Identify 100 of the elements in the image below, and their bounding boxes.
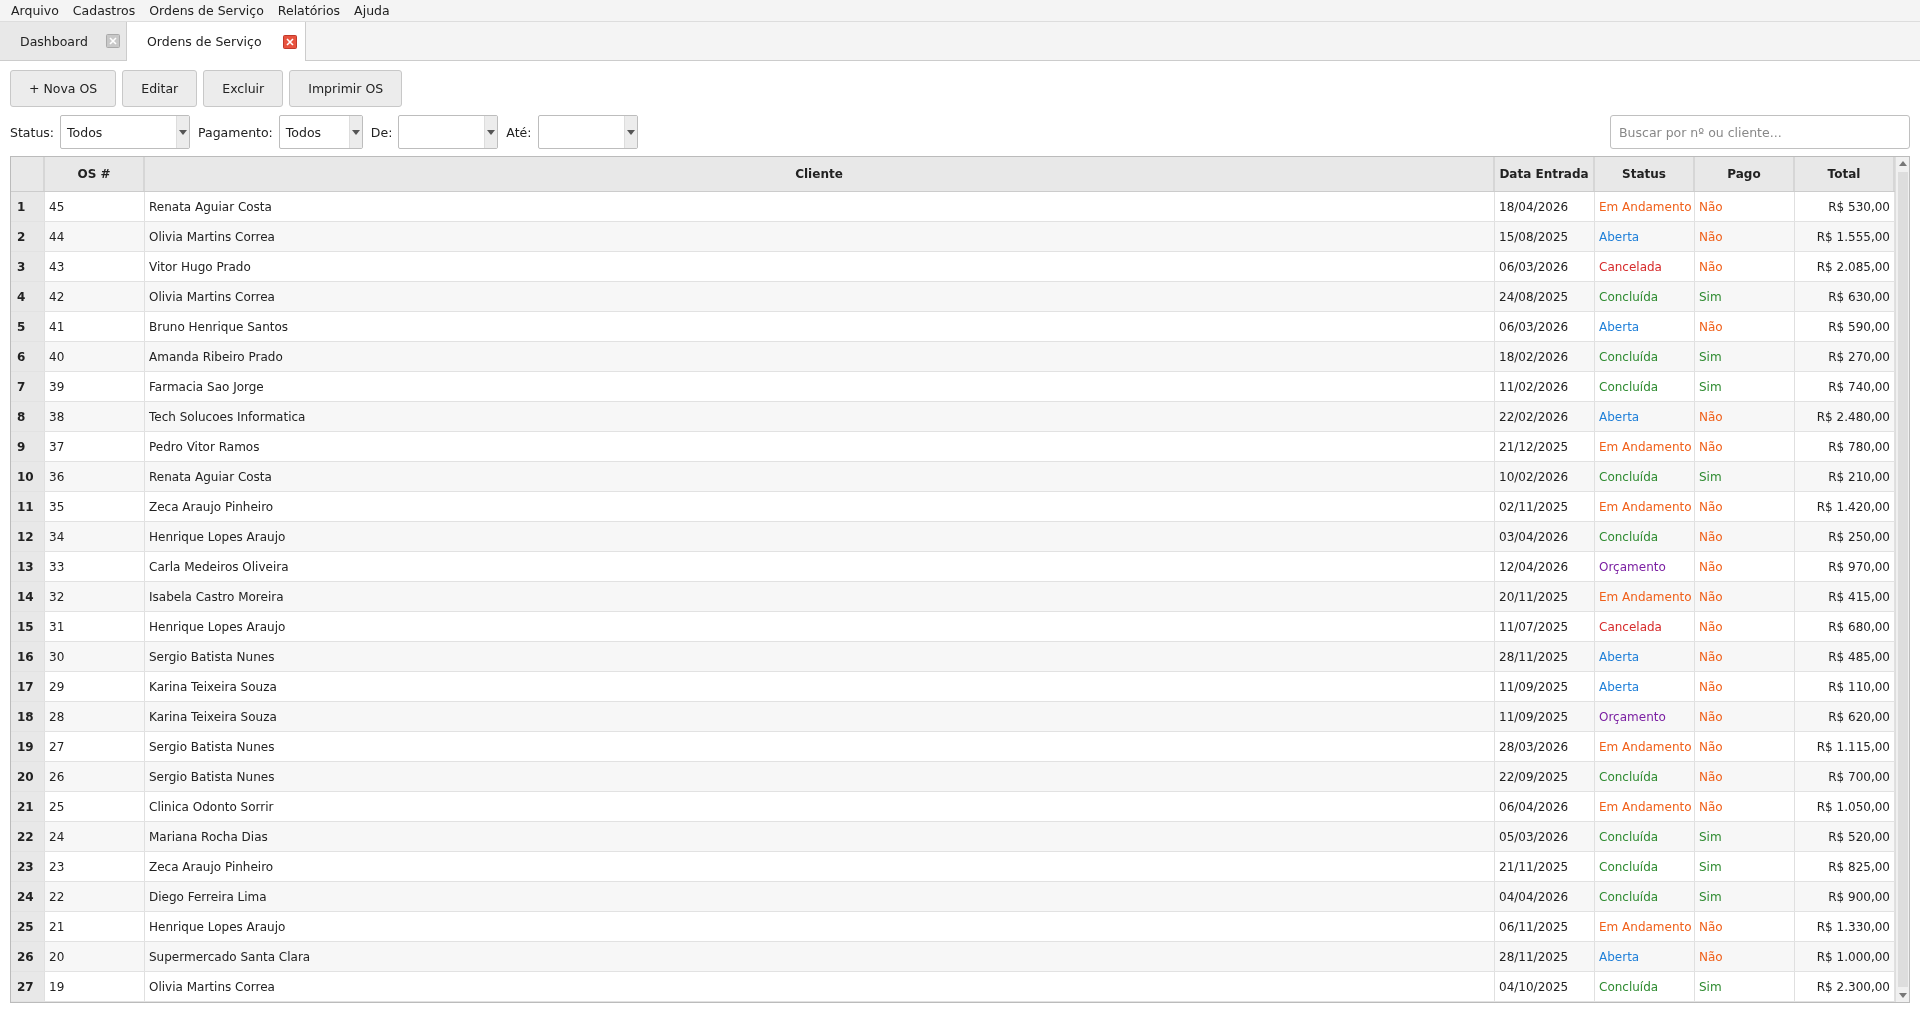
caret-icon xyxy=(179,129,188,135)
column-header[interactable]: Cliente xyxy=(145,157,1495,191)
menu-item[interactable]: Ordens de Serviço xyxy=(142,3,271,18)
filter-dropdown[interactable]: Todos xyxy=(278,115,363,149)
column-header[interactable]: Data Entrada xyxy=(1495,157,1595,191)
table-cell: 27 xyxy=(45,732,145,761)
table-cell: 32 xyxy=(45,582,145,611)
toolbar-button[interactable]: Imprimir OS xyxy=(289,70,403,107)
menu-item[interactable]: Cadastros xyxy=(65,3,143,18)
row-number: 19 xyxy=(11,732,45,761)
row-number: 25 xyxy=(11,912,45,941)
toolbar-button[interactable]: Excluir xyxy=(203,70,284,107)
table-cell: 40 xyxy=(45,342,145,371)
table-cell: 37 xyxy=(45,432,145,461)
table-cell: Henrique Lopes Araujo xyxy=(145,612,1495,641)
row-number: 16 xyxy=(11,642,45,671)
search-field[interactable]: Buscar por nº ou cliente... xyxy=(1610,115,1910,149)
toolbar-button[interactable]: Editar xyxy=(122,70,198,107)
table-cell: 21/12/2025 xyxy=(1495,432,1595,461)
table-cell: 29 xyxy=(45,672,145,701)
table-cell: 36 xyxy=(45,462,145,491)
table-cell: 45 xyxy=(45,192,145,221)
column-header[interactable]: Pago xyxy=(1695,157,1795,191)
table-cell: 26 xyxy=(45,762,145,791)
status-cell: Concluída xyxy=(1595,522,1695,551)
table-cell: Clinica Odonto Sorrir xyxy=(145,792,1495,821)
paid-cell: Não xyxy=(1695,912,1795,941)
close-icon[interactable] xyxy=(105,34,120,48)
table-cell: 10/02/2026 xyxy=(1495,462,1595,491)
table-cell: 25 xyxy=(45,792,145,821)
scrollbar[interactable] xyxy=(1895,157,1909,1002)
table-cell: 28/03/2026 xyxy=(1495,732,1595,761)
filter-label: De: xyxy=(370,124,393,140)
tab[interactable]: Ordens de Serviço xyxy=(127,22,306,61)
status-cell: Em Andamento xyxy=(1595,492,1695,521)
paid-cell: Sim xyxy=(1695,822,1795,851)
menu-item[interactable]: Ajuda xyxy=(347,3,397,18)
paid-cell: Não xyxy=(1695,312,1795,341)
table-cell: 39 xyxy=(45,372,145,401)
status-cell: Aberta xyxy=(1595,672,1695,701)
tab[interactable]: Dashboard xyxy=(0,22,127,60)
table-cell: Sergio Batista Nunes xyxy=(145,762,1495,791)
table-cell: Sergio Batista Nunes xyxy=(145,642,1495,671)
table-cell: Renata Aguiar Costa xyxy=(145,462,1495,491)
status-cell: Concluída xyxy=(1595,822,1695,851)
status-cell: Cancelada xyxy=(1595,612,1695,641)
table-cell: 23 xyxy=(45,852,145,881)
table-cell: 20/11/2025 xyxy=(1495,582,1595,611)
table-cell: 42 xyxy=(45,282,145,311)
table-cell: 15/08/2025 xyxy=(1495,222,1595,251)
table-cell: Amanda Ribeiro Prado xyxy=(145,342,1495,371)
table-cell: 34 xyxy=(45,522,145,551)
table-cell: Pedro Vitor Ramos xyxy=(145,432,1495,461)
table-cell: Renata Aguiar Costa xyxy=(145,192,1495,221)
paid-cell: Não xyxy=(1695,582,1795,611)
filter-dropdown[interactable] xyxy=(537,115,638,149)
row-number: 13 xyxy=(11,552,45,581)
table-cell: 12/04/2026 xyxy=(1495,552,1595,581)
filter-dropdown[interactable]: Todos xyxy=(60,115,191,149)
table-cell: 18/04/2026 xyxy=(1495,192,1595,221)
filter-dropdown[interactable] xyxy=(398,115,499,149)
table-cell: 02/11/2025 xyxy=(1495,492,1595,521)
table-cell: 33 xyxy=(45,552,145,581)
close-icon[interactable] xyxy=(283,34,297,49)
menu-item[interactable]: Arquivo xyxy=(4,3,66,18)
paid-cell: Não xyxy=(1695,552,1795,581)
paid-cell: Não xyxy=(1695,252,1795,281)
table-cell: Farmacia Sao Jorge xyxy=(145,372,1495,401)
status-cell: Aberta xyxy=(1595,642,1695,671)
status-cell: Orçamento xyxy=(1595,702,1695,731)
table-cell: 21/11/2025 xyxy=(1495,852,1595,881)
row-number: 3 xyxy=(11,252,45,281)
table-cell: Diego Ferreira Lima xyxy=(145,882,1495,911)
table-cell: Supermercado Santa Clara xyxy=(145,942,1495,971)
scroll-down-icon[interactable] xyxy=(1898,993,1907,998)
scroll-up-icon[interactable] xyxy=(1898,161,1907,166)
column-header[interactable]: Status xyxy=(1595,157,1695,191)
table-cell: Sergio Batista Nunes xyxy=(145,732,1495,761)
caret-icon xyxy=(626,129,635,135)
table-cell: Olivia Martins Correa xyxy=(145,972,1495,1001)
table-cell: 28/11/2025 xyxy=(1495,642,1595,671)
table-cell: 24 xyxy=(45,822,145,851)
paid-cell: Sim xyxy=(1695,462,1795,491)
table-cell: 11/09/2025 xyxy=(1495,672,1595,701)
paid-cell: Sim xyxy=(1695,282,1795,311)
paid-cell: Sim xyxy=(1695,882,1795,911)
table-cell: 38 xyxy=(45,402,145,431)
table-cell: 28 xyxy=(45,702,145,731)
menu-item[interactable]: Relatórios xyxy=(270,3,348,18)
column-header[interactable]: OS # xyxy=(45,157,145,191)
status-cell: Aberta xyxy=(1595,402,1695,431)
row-number: 11 xyxy=(11,492,45,521)
status-cell: Aberta xyxy=(1595,312,1695,341)
table-cell: 22/09/2025 xyxy=(1495,762,1595,791)
table-cell: 35 xyxy=(45,492,145,521)
toolbar-button[interactable]: + Nova OS xyxy=(10,70,117,107)
status-cell: Concluída xyxy=(1595,972,1695,1001)
row-number: 26 xyxy=(11,942,45,971)
status-cell: Concluída xyxy=(1595,762,1695,791)
caret-icon xyxy=(351,129,360,135)
